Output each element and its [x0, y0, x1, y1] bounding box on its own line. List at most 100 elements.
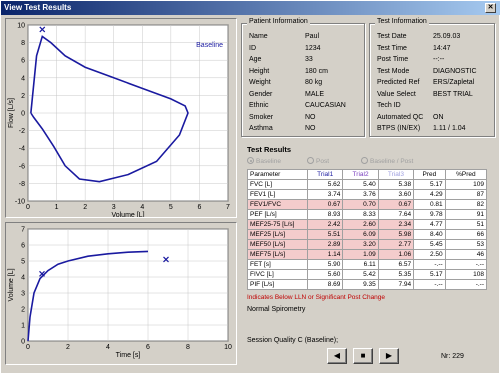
- cell-t3: 7.94: [377, 279, 415, 290]
- x-tick-label: 3: [112, 204, 116, 211]
- patient-value: CAUCASIAN: [305, 102, 346, 109]
- cell-p: FET [s]: [247, 259, 308, 270]
- results-row: FIVC [L] 5.60 5.42 5.35 5.17 108: [247, 269, 488, 280]
- radio-baseline-dot[interactable]: [247, 157, 254, 164]
- cell-t1: 2.42: [306, 219, 344, 230]
- cell-pred: 5.17: [413, 269, 446, 280]
- cell-t3: 6.57: [377, 259, 415, 270]
- test-value: DIAGNOSTIC: [433, 67, 477, 75]
- cell-p: PIF [L/s]: [247, 279, 308, 290]
- cell-pred: 4.77: [413, 219, 446, 230]
- patient-label: ID: [249, 44, 256, 52]
- test-label: BTPS (IN/EX): [377, 125, 421, 132]
- cell-pct: -.--: [444, 259, 488, 270]
- y-tick-label: 8: [21, 40, 25, 47]
- cell-t2: 2.60: [342, 219, 379, 230]
- x-tick-label: 0: [26, 204, 30, 211]
- patient-info-title: Patient Information: [247, 18, 310, 25]
- volume-time-chart: 765432100 2 4 6 8 10Time [s]Volume [L]: [8, 227, 232, 360]
- cell-t2: 5.42: [342, 269, 379, 280]
- patient-label: Age: [249, 56, 262, 63]
- cell-t2: 3.20: [342, 239, 379, 250]
- header-trial1[interactable]: Trial1: [306, 169, 344, 180]
- stop-button[interactable]: ■: [353, 348, 373, 364]
- cell-t2: 1.09: [342, 249, 379, 260]
- test-label: Test Date: [377, 33, 407, 40]
- cell-p: FEV1/FVC: [247, 199, 308, 210]
- radio-baseline-post-dot[interactable]: [361, 157, 368, 164]
- test-value: --:--: [433, 56, 445, 63]
- test-label: Test Time: [377, 44, 407, 52]
- test-info-title: Test Information: [375, 18, 429, 25]
- y-tick-label: 4: [21, 275, 25, 282]
- test-results-title: Test Results: [247, 145, 292, 154]
- results-table: Parameter Trial1 Trial2 Trial3 Pred %Pre…: [247, 169, 488, 290]
- x-tick-label: 2: [66, 344, 70, 351]
- cell-t3: 2.34: [377, 219, 415, 230]
- y-tick-label: 0: [21, 339, 25, 346]
- test-value: BEST TRIAL: [433, 90, 473, 98]
- x-tick-label: 0: [26, 344, 30, 351]
- flow-volume-panel: 10 8 6 4 2 0 -2 -4 -6 -8 -10 0 1 2 3 4 5 6 7 Volume [L] Flow…: [5, 18, 237, 218]
- cell-pred: 9.78: [413, 209, 446, 220]
- interpretation-text: Normal Spirometry: [247, 306, 306, 313]
- cell-pct: -.--: [444, 279, 488, 290]
- y-tick-label: 2: [21, 307, 25, 314]
- results-row: MEF25-75 [L/s] 2.42 2.60 2.34 4.77 51: [247, 219, 488, 230]
- cell-t3: 2.77: [377, 239, 415, 250]
- window-title: View Test Results: [4, 3, 72, 12]
- cell-t1: 5.90: [306, 259, 344, 270]
- x-axis-label: Time [s]: [116, 352, 141, 359]
- test-value: 1.11 / 1.04: [433, 125, 466, 132]
- cell-pred: 2.50: [413, 249, 446, 260]
- test-row: Value Select BEST TRIAL: [377, 90, 473, 100]
- cell-t1: 8.69: [306, 279, 344, 290]
- cell-t3: 3.60: [377, 189, 415, 200]
- patient-row: Asthma NO: [249, 124, 316, 134]
- test-row: Test Date 25.09.03: [377, 32, 460, 42]
- patient-row: ID 1234: [249, 44, 321, 54]
- results-row: MEF25 [L/s] 5.51 6.09 5.98 8.40 66: [247, 229, 488, 240]
- results-row: PEF [L/s] 8.93 8.33 7.64 9.78 91: [247, 209, 488, 220]
- patient-value: NO: [305, 113, 316, 121]
- radio-post-label: Post: [316, 158, 330, 165]
- y-tick-label: 10: [17, 23, 25, 30]
- x-axis-label: Volume [L]: [111, 212, 144, 217]
- x-tick-label: 10: [224, 344, 232, 351]
- next-button[interactable]: ▶: [379, 348, 399, 364]
- y-tick-label: -10: [15, 199, 25, 206]
- x-tick-label: 4: [140, 204, 144, 211]
- header-pred: Pred: [413, 169, 446, 180]
- header-trial3[interactable]: Trial3: [377, 169, 415, 180]
- header-trial2[interactable]: Trial2: [342, 169, 379, 180]
- cell-pct: 108: [444, 269, 488, 280]
- cell-t1: 5.60: [306, 269, 344, 280]
- x-tick-label: 2: [83, 204, 87, 211]
- cell-p: MEF25-75 [L/s]: [247, 219, 308, 230]
- cell-pct: 91: [444, 209, 488, 220]
- radio-post[interactable]: Post: [307, 157, 329, 165]
- cell-t3: 5.38: [377, 179, 415, 190]
- test-value: 25.09.03: [433, 33, 461, 40]
- cell-t2: 6.11: [342, 259, 379, 270]
- volume-time-panel: 7 6 5 4 3 2 1 0 0 2 4 6 8 10 Time [s] Volume [L]: [5, 222, 237, 365]
- results-body: FVC [L] 5.62 5.40 5.38 5.17 109 FEV1 [L] 3.74 3.…: [247, 179, 488, 290]
- cell-t1: 0.67: [306, 199, 344, 210]
- cell-t1: 8.93: [306, 209, 344, 220]
- cell-t2: 5.40: [342, 179, 379, 190]
- cell-p: MEF50 [L/s]: [247, 239, 308, 250]
- patient-value: 180 cm: [305, 67, 328, 75]
- results-row: MEF75 [L/s] 1.14 1.09 1.06 2.50 46: [247, 249, 488, 260]
- prev-button[interactable]: ◀: [327, 348, 347, 364]
- radio-baseline[interactable]: Baseline: [247, 157, 281, 165]
- y-tick-label: 7: [21, 227, 25, 234]
- radio-baseline-post[interactable]: Baseline / Post: [361, 157, 413, 165]
- test-row: Test Time 14:47: [377, 44, 451, 54]
- legend-baseline: Baseline: [196, 42, 223, 49]
- y-tick-label: -8: [19, 181, 25, 188]
- close-icon[interactable]: ✕: [485, 3, 496, 13]
- patient-label: Name: [249, 33, 268, 40]
- radio-post-dot[interactable]: [307, 157, 314, 164]
- title-bar: View Test Results ✕: [1, 1, 500, 15]
- cell-t3: 7.64: [377, 209, 415, 220]
